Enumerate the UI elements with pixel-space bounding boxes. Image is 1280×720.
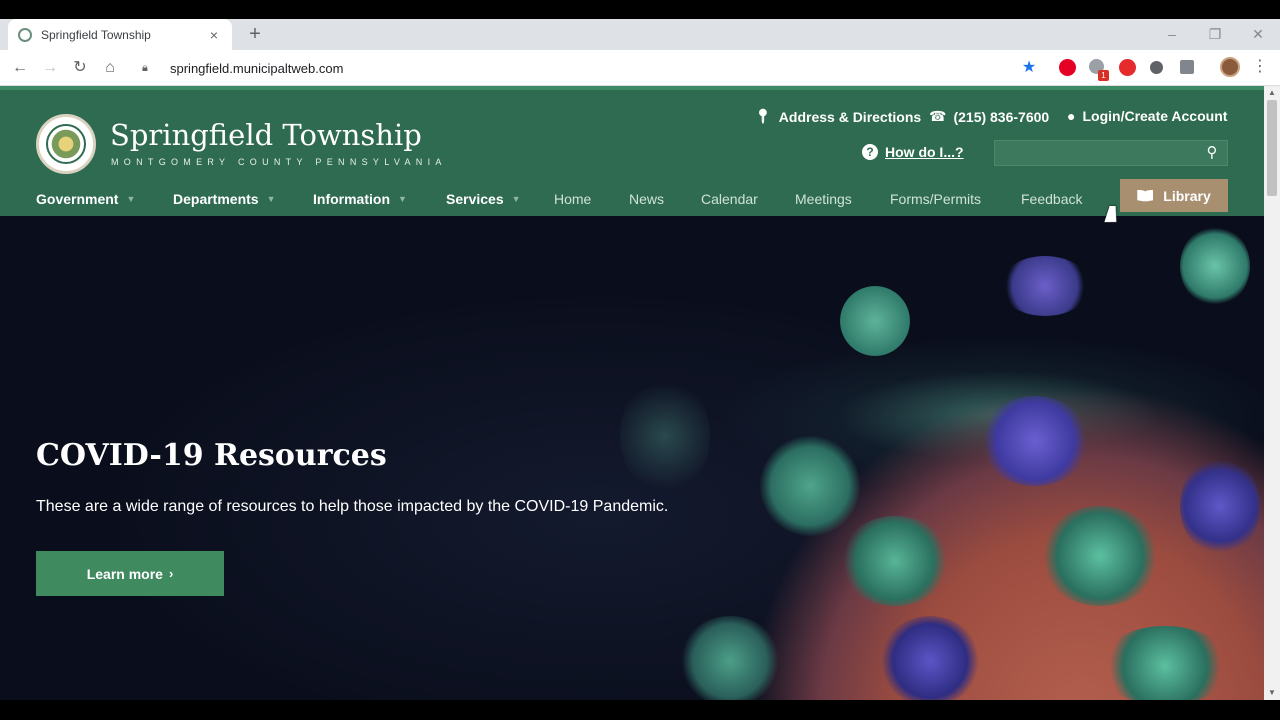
hero-description: These are a wide range of resources to h… <box>36 498 669 515</box>
phone-label: (215) 836-7600 <box>953 108 1050 125</box>
tab-title: Springfield Township <box>41 27 151 42</box>
reload-icon[interactable]: ↻ <box>68 56 92 80</box>
library-button[interactable]: Library <box>1120 179 1228 212</box>
profile-avatar[interactable] <box>1220 57 1240 77</box>
township-seal-icon <box>18 27 32 42</box>
nav-item-government[interactable]: Government ▼ <box>36 191 135 207</box>
opera-extension-icon[interactable] <box>1119 59 1136 76</box>
map-pin-icon: 📍︎ <box>754 108 772 124</box>
nav-item-forms-permits[interactable]: Forms/Permits <box>890 191 981 207</box>
township-seal-logo[interactable] <box>36 114 96 174</box>
layers-extension-icon[interactable] <box>1180 60 1194 74</box>
page-viewport: Springfield Township MONTGOMERY COUNTY P… <box>0 86 1264 700</box>
virus-spike <box>620 376 710 496</box>
book-icon <box>1137 189 1154 202</box>
nav-label: Information <box>313 191 390 207</box>
nav-label: Departments <box>173 191 259 207</box>
browser-window: Springfield Township × + – ❐ ✕ ← → ↻ ⌂ 🔒… <box>0 0 1280 720</box>
phone-icon: ☎ <box>929 108 947 124</box>
virus-spike <box>880 616 980 700</box>
nav-item-services[interactable]: Services ▼ <box>446 191 521 207</box>
close-window-icon[interactable]: ✕ <box>1248 23 1268 45</box>
address-bar[interactable]: 🔒︎ springfield.municipaltweb.com <box>134 55 1050 81</box>
main-nav: Government ▼ Departments ▼ Information ▼ Se… <box>0 189 1264 213</box>
login-label: Login/Create Account <box>1082 108 1228 124</box>
scroll-up-icon[interactable]: ▲ <box>1264 86 1280 100</box>
back-arrow-icon[interactable]: ← <box>8 56 32 80</box>
virus-spike <box>1000 256 1090 316</box>
library-label: Library <box>1163 187 1211 204</box>
circle-extension-icon[interactable] <box>1150 61 1163 74</box>
chevron-right-icon: › <box>168 566 174 581</box>
hero-title: COVID-19 Resources <box>36 438 387 473</box>
virus-spike <box>760 436 860 536</box>
page-scrollbar[interactable]: ▲ ▼ <box>1264 86 1280 700</box>
search-input[interactable] <box>995 141 1195 165</box>
chevron-down-icon: ▼ <box>266 194 276 204</box>
tab-strip: Springfield Township × + – ❐ ✕ <box>0 19 1280 50</box>
how-do-i-label: How do I...? <box>885 144 964 160</box>
minimize-icon[interactable]: – <box>1162 23 1182 45</box>
lock-icon[interactable]: 🔒︎ <box>142 62 156 75</box>
address-label: Address & Directions <box>778 108 922 125</box>
tab-close-icon[interactable]: × <box>206 27 222 43</box>
menu-dots-icon[interactable]: ⋮ <box>1252 56 1268 76</box>
site-header: Springfield Township MONTGOMERY COUNTY P… <box>0 86 1264 216</box>
nav-item-home[interactable]: Home <box>554 191 591 207</box>
nav-item-information[interactable]: Information ▼ <box>313 191 407 207</box>
scroll-down-icon[interactable]: ▼ <box>1264 686 1280 700</box>
new-tab-button[interactable]: + <box>244 23 266 45</box>
nav-item-news[interactable]: News <box>629 191 664 207</box>
virus-spike <box>1040 506 1160 606</box>
nav-item-meetings[interactable]: Meetings <box>795 191 852 207</box>
nav-label: Services <box>446 191 504 207</box>
scroll-thumb[interactable] <box>1267 100 1277 196</box>
site-search: ⚲ <box>994 140 1228 166</box>
restore-icon[interactable]: ❐ <box>1205 23 1225 45</box>
chevron-down-icon: ▼ <box>126 194 136 204</box>
address-directions-link[interactable]: 📍︎ Address & Directions <box>754 108 921 125</box>
site-title[interactable]: Springfield Township <box>110 118 422 152</box>
login-link[interactable]: ● Login/Create Account <box>1067 108 1227 124</box>
learn-more-label: Learn more <box>86 565 163 582</box>
nav-item-departments[interactable]: Departments ▼ <box>173 191 276 207</box>
user-icon: ● <box>1067 108 1076 124</box>
browser-tab[interactable]: Springfield Township × <box>8 19 232 50</box>
nav-item-calendar[interactable]: Calendar <box>701 191 758 207</box>
search-icon[interactable]: ⚲ <box>1203 144 1221 162</box>
how-do-i-link[interactable]: ? How do I...? <box>862 144 964 160</box>
forward-arrow-icon[interactable]: → <box>38 56 62 80</box>
home-icon[interactable]: ⌂ <box>98 56 122 80</box>
question-icon: ? <box>862 144 878 160</box>
virus-spike <box>980 396 1090 486</box>
extension-badge: 1 <box>1098 70 1109 81</box>
url-text: springfield.municipaltweb.com <box>170 60 344 76</box>
virus-spike <box>1180 456 1260 556</box>
nav-item-feedback[interactable]: Feedback <box>1021 191 1082 207</box>
virus-spike <box>680 616 780 700</box>
learn-more-button[interactable]: Learn more › <box>36 551 224 596</box>
star-icon[interactable]: ★ <box>1019 57 1039 77</box>
chevron-down-icon: ▼ <box>511 194 521 204</box>
phone-link[interactable]: ☎ (215) 836-7600 <box>929 108 1049 125</box>
virus-spike <box>840 286 910 356</box>
chevron-down-icon: ▼ <box>398 194 407 204</box>
pinterest-extension-icon[interactable] <box>1059 59 1076 76</box>
virus-spike <box>1100 626 1230 700</box>
hero-banner: COVID-19 Resources These are a wide rang… <box>0 216 1264 700</box>
browser-toolbar: ← → ↻ ⌂ 🔒︎ springfield.municipaltweb.com… <box>0 50 1280 86</box>
site-subtitle: MONTGOMERY COUNTY PENNSYLVANIA <box>111 157 447 167</box>
nav-label: Government <box>36 191 119 207</box>
virus-spike <box>1180 226 1250 306</box>
virus-spike <box>840 516 950 606</box>
